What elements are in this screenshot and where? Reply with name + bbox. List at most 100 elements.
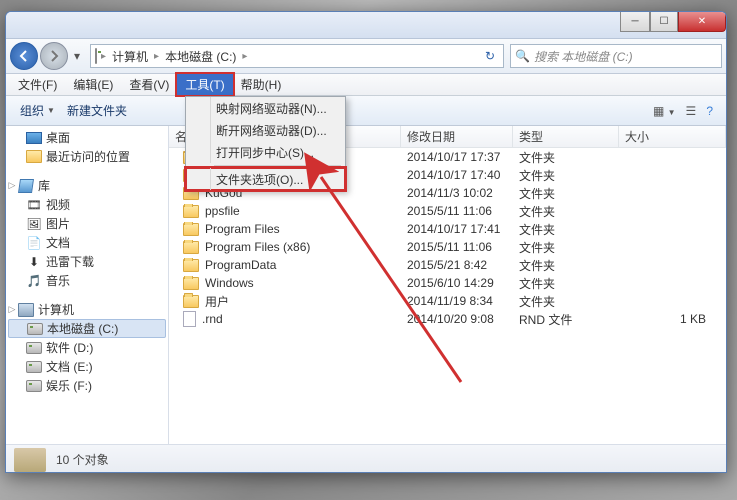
file-name: Windows <box>205 276 254 290</box>
folder-icon <box>183 259 199 272</box>
tree-pictures[interactable]: 🖼图片 <box>6 214 168 233</box>
recent-icon <box>26 149 42 165</box>
back-button[interactable] <box>10 42 38 70</box>
explorer-window: ─ ☐ ✕ ▾ ▸ 计算机 ▸ 本地磁盘 (C:) ▸ ↻ 🔍 搜索 本地磁盘 … <box>5 11 727 473</box>
file-row[interactable]: ppsfile 2015/5/11 11:06文件夹 <box>169 202 726 220</box>
menu-file[interactable]: 文件(F) <box>10 74 65 95</box>
tree-desktop[interactable]: 桌面 <box>6 128 168 147</box>
menu-help[interactable]: 帮助(H) <box>233 74 290 95</box>
tree-thunder[interactable]: ⬇迅雷下载 <box>6 252 168 271</box>
file-row[interactable]: Windows 2015/6/10 14:29文件夹 <box>169 274 726 292</box>
new-folder-button[interactable]: 新建文件夹 <box>61 102 133 119</box>
file-type: 文件夹 <box>513 167 619 184</box>
menu-edit[interactable]: 编辑(E) <box>65 74 121 95</box>
menu-disconnect-drive[interactable]: 断开网络驱动器(D)... <box>186 119 345 141</box>
library-icon <box>18 178 34 194</box>
drive-icon <box>95 49 97 63</box>
file-date: 2015/5/11 11:06 <box>401 204 513 218</box>
folder-icon <box>183 205 199 218</box>
organize-button[interactable]: 组织▼ <box>14 102 61 119</box>
nav-history-dropdown[interactable]: ▾ <box>70 49 84 63</box>
file-date: 2015/5/21 8:42 <box>401 258 513 272</box>
status-bar: 10 个对象 <box>6 444 726 473</box>
file-name: ProgramData <box>205 258 276 272</box>
navigation-bar: ▾ ▸ 计算机 ▸ 本地磁盘 (C:) ▸ ↻ 🔍 搜索 本地磁盘 (C:) <box>6 39 726 74</box>
drive-icon <box>26 378 42 394</box>
menu-folder-options[interactable]: 文件夹选项(O)... <box>186 168 345 190</box>
file-date: 2014/10/17 17:37 <box>401 150 513 164</box>
status-icon <box>14 448 46 472</box>
breadcrumb-drive[interactable]: 本地磁盘 (C:) <box>163 48 238 65</box>
breadcrumb-computer[interactable]: 计算机 <box>110 48 150 65</box>
file-name: ppsfile <box>205 204 240 218</box>
file-date: 2014/11/19 8:34 <box>401 294 513 308</box>
file-row[interactable]: 用户 2014/11/19 8:34文件夹 <box>169 292 726 310</box>
close-button[interactable]: ✕ <box>678 12 726 32</box>
tree-music[interactable]: 🎵音乐 <box>6 271 168 290</box>
drive-icon <box>26 340 42 356</box>
file-type: 文件夹 <box>513 257 619 274</box>
refresh-button[interactable]: ↻ <box>481 49 499 63</box>
file-row[interactable]: .rnd 2014/10/20 9:08RND 文件1 KB <box>169 310 726 328</box>
address-bar[interactable]: ▸ 计算机 ▸ 本地磁盘 (C:) ▸ ↻ <box>90 44 504 68</box>
file-row[interactable]: Program Files (x86)2015/5/11 11:06文件夹 <box>169 238 726 256</box>
file-name: Program Files <box>205 222 280 236</box>
file-date: 2014/10/20 9:08 <box>401 312 513 326</box>
file-row[interactable]: Program Files 2014/10/17 17:41文件夹 <box>169 220 726 238</box>
tree-computer[interactable]: ▷计算机 <box>6 300 168 319</box>
column-size[interactable]: 大小 <box>619 126 726 147</box>
search-icon: 🔍 <box>515 49 530 63</box>
path-separator-icon: ▸ <box>238 51 251 62</box>
help-button[interactable]: ? <box>701 104 718 118</box>
menu-bar: 文件(F) 编辑(E) 查看(V) 工具(T) 帮助(H) <box>6 74 726 96</box>
video-icon: 🎞 <box>26 197 42 213</box>
maximize-button[interactable]: ☐ <box>650 12 678 32</box>
menu-sync-center[interactable]: 打开同步中心(S)... <box>186 141 345 163</box>
tree-video[interactable]: 🎞视频 <box>6 195 168 214</box>
file-type: 文件夹 <box>513 203 619 220</box>
tree-drive-c[interactable]: 本地磁盘 (C:) <box>8 319 166 338</box>
menu-view[interactable]: 查看(V) <box>121 74 177 95</box>
path-separator-icon: ▸ <box>150 51 163 62</box>
toolbar: 组织▼ 新建文件夹 ▦ ▼ ☰ ? <box>6 96 726 126</box>
tree-documents[interactable]: 📄文档 <box>6 233 168 252</box>
tree-drive-d[interactable]: 软件 (D:) <box>6 338 168 357</box>
titlebar: ─ ☐ ✕ <box>6 12 726 39</box>
search-input[interactable]: 🔍 搜索 本地磁盘 (C:) <box>510 44 722 68</box>
menu-map-drive[interactable]: 映射网络驱动器(N)... <box>186 97 345 119</box>
menu-separator <box>214 165 341 166</box>
column-date[interactable]: 修改日期 <box>401 126 513 147</box>
navigation-tree: 桌面 最近访问的位置 ▷库 🎞视频 🖼图片 📄文档 ⬇迅雷下载 🎵音乐 ▷计算机… <box>6 126 169 444</box>
file-type: 文件夹 <box>513 149 619 166</box>
file-type: RND 文件 <box>513 311 619 328</box>
tree-drive-e[interactable]: 文档 (E:) <box>6 357 168 376</box>
file-name: Program Files (x86) <box>205 240 310 254</box>
column-type[interactable]: 类型 <box>513 126 619 147</box>
file-type: 文件夹 <box>513 275 619 292</box>
file-date: 2014/11/3 10:02 <box>401 186 513 200</box>
tree-recent[interactable]: 最近访问的位置 <box>6 147 168 166</box>
file-type: 文件夹 <box>513 221 619 238</box>
menu-tools[interactable]: 工具(T) <box>177 74 232 95</box>
file-date: 2014/10/17 17:40 <box>401 168 513 182</box>
computer-icon <box>18 302 34 318</box>
preview-pane-button[interactable]: ☰ <box>681 104 702 118</box>
search-placeholder: 搜索 本地磁盘 (C:) <box>534 48 633 65</box>
file-name: 用户 <box>205 293 229 310</box>
status-count: 10 个对象 <box>56 451 109 468</box>
file-date: 2015/6/10 14:29 <box>401 276 513 290</box>
desktop-icon <box>26 130 42 146</box>
tree-drive-f[interactable]: 娱乐 (F:) <box>6 376 168 395</box>
view-mode-button[interactable]: ▦ ▼ <box>648 104 681 118</box>
minimize-button[interactable]: ─ <box>620 12 650 32</box>
file-type: 文件夹 <box>513 293 619 310</box>
file-date: 2015/5/11 11:06 <box>401 240 513 254</box>
folder-icon <box>183 295 199 308</box>
tools-dropdown: 映射网络驱动器(N)... 断开网络驱动器(D)... 打开同步中心(S)...… <box>185 96 346 191</box>
tree-libraries[interactable]: ▷库 <box>6 176 168 195</box>
file-name: .rnd <box>202 312 223 326</box>
forward-button[interactable] <box>40 42 68 70</box>
file-size: 1 KB <box>619 312 726 326</box>
file-row[interactable]: ProgramData 2015/5/21 8:42文件夹 <box>169 256 726 274</box>
file-date: 2014/10/17 17:41 <box>401 222 513 236</box>
